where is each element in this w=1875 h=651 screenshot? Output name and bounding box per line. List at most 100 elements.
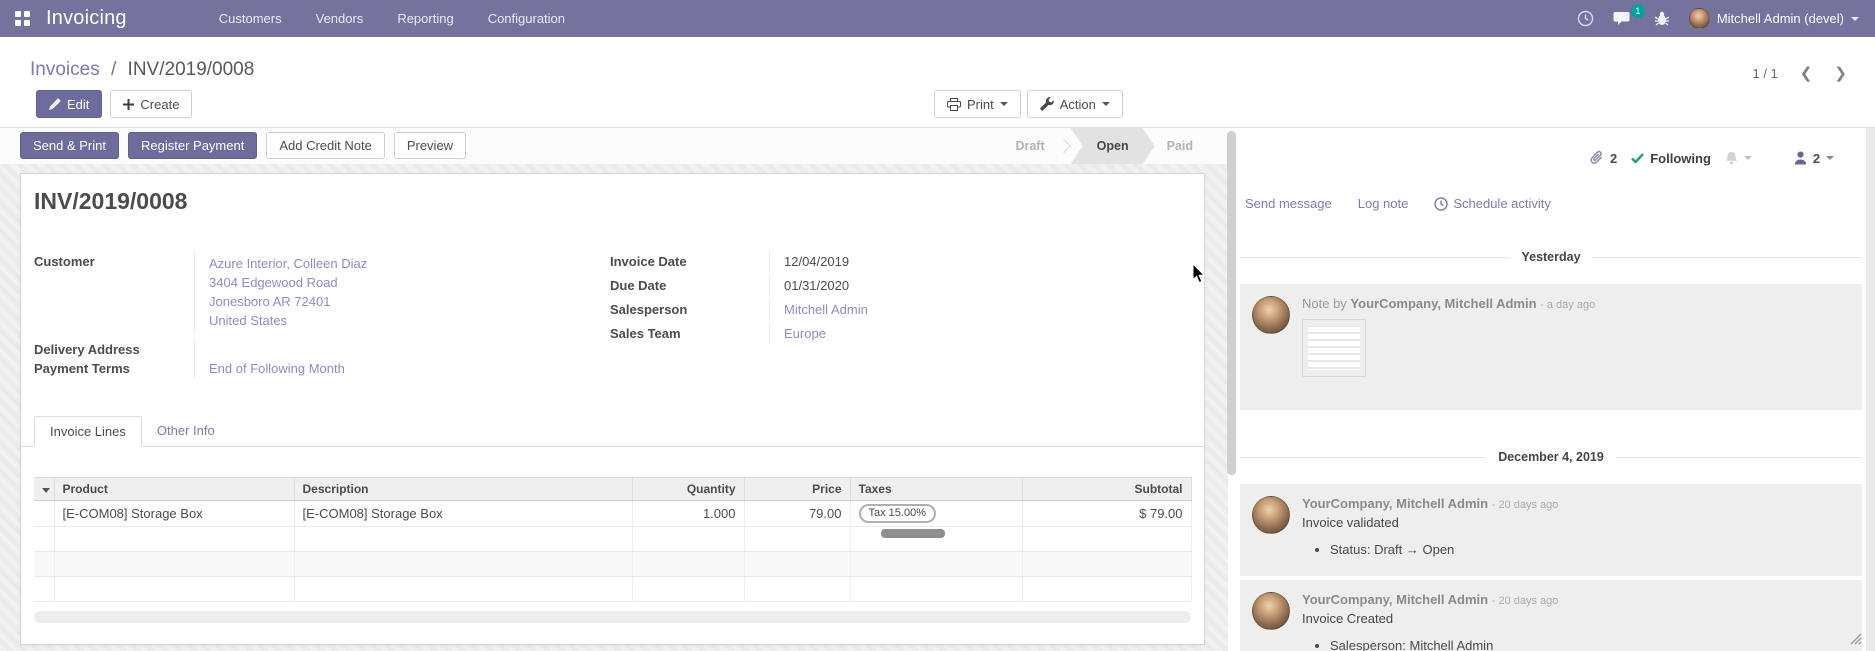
empty-row <box>34 552 1191 577</box>
status-open[interactable]: Open <box>1071 128 1155 164</box>
chevron-down-icon <box>1000 102 1008 106</box>
col-product[interactable]: Product <box>54 478 294 501</box>
printer-icon <box>947 98 961 111</box>
chevron-down-icon <box>1851 17 1859 21</box>
wrench-icon <box>1040 97 1054 111</box>
print-dropdown-button[interactable]: Print <box>934 90 1021 118</box>
followers-button[interactable]: 2 <box>1794 151 1834 166</box>
chevron-down-icon <box>1102 102 1110 106</box>
message-author[interactable]: YourCompany, Mitchell Admin <box>1302 592 1488 607</box>
message-timestamp: - 20 days ago <box>1492 595 1559 607</box>
schedule-activity-button[interactable]: Schedule activity <box>1434 196 1551 211</box>
attachment-thumbnail[interactable] <box>1302 319 1366 377</box>
log-note-button[interactable]: Log note <box>1358 196 1409 211</box>
message-prefix: Note by <box>1302 296 1350 311</box>
cell-taxes: Tax 15.00% <box>850 501 1022 527</box>
empty-row <box>34 577 1191 602</box>
register-payment-button[interactable]: Register Payment <box>128 132 257 159</box>
edit-button[interactable]: Edit <box>36 90 102 118</box>
message-timestamp: - a day ago <box>1540 299 1595 311</box>
due-date-value: 01/31/2020 <box>769 276 1170 295</box>
col-taxes[interactable]: Taxes <box>850 478 1022 501</box>
following-label: Following <box>1650 151 1711 166</box>
delivery-address-value[interactable] <box>194 340 596 359</box>
pager-previous-icon[interactable]: ❮ <box>1800 64 1813 82</box>
tab-other-info[interactable]: Other Info <box>142 416 230 447</box>
send-message-button[interactable]: Send message <box>1245 196 1332 211</box>
tax-badge[interactable]: Tax 15.00% <box>859 504 936 523</box>
customer-label: Customer <box>34 252 194 332</box>
breadcrumb-invoices-link[interactable]: Invoices <box>30 59 100 80</box>
status-draft[interactable]: Draft <box>1003 128 1056 164</box>
message-avatar[interactable] <box>1252 496 1290 534</box>
salesperson-label: Salesperson <box>610 300 769 319</box>
date-label: Yesterday <box>1521 250 1580 264</box>
sales-team-label: Sales Team <box>610 324 769 343</box>
invoice-sheet: INV/2019/0008 Customer Azure Interior, C… <box>20 173 1205 645</box>
paperclip-icon <box>1590 150 1604 166</box>
salesperson-link[interactable]: Mitchell Admin <box>784 302 868 317</box>
add-credit-note-button[interactable]: Add Credit Note <box>266 132 385 159</box>
message-body: Invoice validated <box>1302 515 1852 530</box>
sales-team-link[interactable]: Europe <box>784 326 826 341</box>
col-description[interactable]: Description <box>294 478 632 501</box>
chatter-scrollbar-track[interactable] <box>1866 128 1875 651</box>
message-header: Note by YourCompany, Mitchell Admin - a … <box>1302 296 1852 311</box>
expand-caret-header[interactable] <box>34 478 54 501</box>
following-button[interactable]: Following <box>1631 151 1711 166</box>
message-author[interactable]: YourCompany, Mitchell Admin <box>1302 496 1488 511</box>
pager-count: 1 / 1 <box>1753 66 1778 81</box>
salesperson-value: Mitchell Admin <box>769 300 1170 319</box>
message-avatar[interactable] <box>1252 296 1290 334</box>
send-print-button[interactable]: Send & Print <box>20 132 119 159</box>
col-quantity[interactable]: Quantity <box>632 478 744 501</box>
user-menu[interactable]: Mitchell Admin (devel) <box>1689 8 1859 29</box>
col-price[interactable]: Price <box>744 478 850 501</box>
preview-button[interactable]: Preview <box>394 132 466 159</box>
cell-product: [E-COM08] Storage Box <box>54 501 294 527</box>
customer-country: United States <box>209 311 596 330</box>
nav-menu-configuration[interactable]: Configuration <box>488 11 565 26</box>
print-button-label: Print <box>967 97 994 112</box>
activities-clock-icon[interactable] <box>1577 10 1594 27</box>
pager-next-icon[interactable]: ❯ <box>1834 64 1847 82</box>
message-header: YourCompany, Mitchell Admin - 20 days ag… <box>1302 592 1852 607</box>
nav-menu-reporting[interactable]: Reporting <box>397 11 453 26</box>
attachments-button[interactable]: 2 <box>1590 150 1617 166</box>
horizontal-scrollbar-track[interactable] <box>34 611 1191 623</box>
payment-terms-link[interactable]: End of Following Month <box>209 361 345 376</box>
customer-name-link[interactable]: Azure Interior, Colleen Diaz <box>209 254 596 273</box>
action-button-label: Action <box>1060 97 1096 112</box>
payment-terms-label: Payment Terms <box>34 359 194 378</box>
date-separator-yesterday: Yesterday <box>1240 250 1862 264</box>
table-row[interactable]: [E-COM08] Storage Box [E-COM08] Storage … <box>34 501 1191 527</box>
app-name[interactable]: Invoicing <box>46 7 127 30</box>
tab-invoice-lines[interactable]: Invoice Lines <box>34 416 142 447</box>
create-button[interactable]: Create <box>110 90 192 118</box>
message-header: YourCompany, Mitchell Admin - 20 days ag… <box>1302 496 1852 511</box>
navbar-systray: 1 Mitchell Admin (devel) <box>1577 0 1859 37</box>
message-avatar[interactable] <box>1252 592 1290 630</box>
chatter-message-validated: YourCompany, Mitchell Admin - 20 days ag… <box>1240 484 1862 576</box>
tracking-values: Status: Draft → Open <box>1330 542 1852 557</box>
invoice-title: INV/2019/0008 <box>34 188 187 215</box>
resize-grip-icon[interactable] <box>1846 629 1862 645</box>
cell-quantity: 1.000 <box>632 501 744 527</box>
apps-menu-icon[interactable] <box>15 11 30 26</box>
horizontal-scrollbar-thumb[interactable] <box>881 529 945 538</box>
tracking-value: Status: Draft → Open <box>1330 542 1852 557</box>
debug-bug-icon[interactable] <box>1654 10 1670 27</box>
notify-bell-button[interactable] <box>1725 151 1752 165</box>
messages-icon[interactable]: 1 <box>1613 10 1635 28</box>
message-author[interactable]: YourCompany, Mitchell Admin <box>1350 296 1536 311</box>
nav-menu-customers[interactable]: Customers <box>219 11 282 26</box>
nav-menu-vendors[interactable]: Vendors <box>316 11 364 26</box>
create-button-label: Create <box>140 97 179 112</box>
due-date-label: Due Date <box>610 276 769 295</box>
clock-icon <box>1434 197 1448 211</box>
main-scrollbar-thumb[interactable] <box>1227 131 1236 475</box>
col-subtotal[interactable]: Subtotal <box>1022 478 1191 501</box>
action-dropdown-button[interactable]: Action <box>1027 90 1123 118</box>
status-paid[interactable]: Paid <box>1155 128 1205 164</box>
chatter-message-created: YourCompany, Mitchell Admin - 20 days ag… <box>1240 580 1862 651</box>
